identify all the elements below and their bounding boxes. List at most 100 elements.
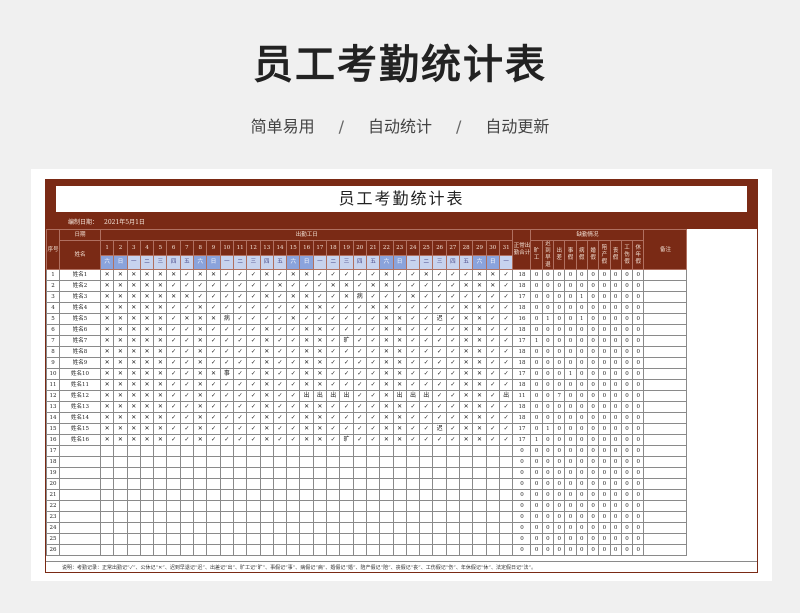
weekday: 一 <box>219 254 234 270</box>
employee-name <box>59 533 101 545</box>
attendance-mark: ✓ <box>405 280 421 292</box>
attendance-mark: ✓ <box>206 434 221 446</box>
leave-count: 0 <box>620 456 634 468</box>
attendance-mark: ✕ <box>99 401 115 413</box>
attendance-mark <box>498 533 514 545</box>
attendance-mark: ✓ <box>246 412 261 424</box>
attendance-mark: ✓ <box>232 346 248 358</box>
leave-count: 0 <box>632 533 645 545</box>
leave-count: 0 <box>598 467 611 479</box>
attendance-mark <box>379 445 394 457</box>
normal-days-total: 17 <box>512 368 532 380</box>
attendance-mark: ✓ <box>312 291 328 303</box>
weekday: 二 <box>139 254 155 270</box>
attendance-mark <box>352 467 367 479</box>
leave-count: 0 <box>586 357 600 369</box>
leave-count: 1 <box>564 368 577 380</box>
leave-count: 0 <box>609 269 622 281</box>
attendance-mark <box>206 533 221 545</box>
attendance-mark <box>232 467 248 479</box>
attendance-mark: ✓ <box>326 269 341 281</box>
attendance-mark: ✕ <box>472 335 487 347</box>
leave-count: 0 <box>575 489 588 501</box>
attendance-mark <box>485 511 500 523</box>
day-number: 24 <box>405 240 421 256</box>
attendance-mark: ✓ <box>326 357 341 369</box>
attendance-mark <box>153 456 168 468</box>
attendance-mark <box>166 544 181 556</box>
spreadsheet-preview: 员工考勤统计表 编制日期： 2021年5月1日 序号 日期 出勤工日 正常出勤合计 缺勤情… <box>31 169 772 581</box>
attendance-mark <box>299 500 314 512</box>
leave-count: 0 <box>553 500 566 512</box>
attendance-mark <box>498 478 514 490</box>
leave-count: 0 <box>598 368 611 380</box>
attendance-mark: ✓ <box>326 346 341 358</box>
attendance-mark: ✓ <box>352 379 367 391</box>
attendance-mark: ✕ <box>472 379 487 391</box>
leave-count: 0 <box>575 269 588 281</box>
weekday: 二 <box>232 254 248 270</box>
employee-name: 姓名3 <box>59 291 101 303</box>
attendance-mark: ✕ <box>392 423 407 435</box>
attendance-mark: ✓ <box>459 291 474 303</box>
attendance-mark: ✓ <box>339 423 354 435</box>
attendance-mark: ✓ <box>445 401 461 413</box>
leave-count: 0 <box>541 456 555 468</box>
attendance-mark: ✕ <box>99 390 115 402</box>
attendance-mark <box>126 533 141 545</box>
row-seq: 26 <box>46 544 60 556</box>
attendance-mark: ✓ <box>326 412 341 424</box>
attendance-mark: ✓ <box>326 313 341 325</box>
attendance-mark: ✓ <box>392 302 407 314</box>
attendance-mark: ✓ <box>432 434 447 446</box>
attendance-mark: ✕ <box>206 368 221 380</box>
attendance-mark: ✕ <box>126 346 141 358</box>
leave-count: 0 <box>564 533 577 545</box>
attendance-mark: ✕ <box>472 423 487 435</box>
row-seq: 22 <box>46 500 60 512</box>
attendance-mark <box>365 478 381 490</box>
attendance-mark: ✕ <box>153 401 168 413</box>
attendance-mark <box>272 445 288 457</box>
attendance-mark: ✕ <box>139 434 155 446</box>
employee-name <box>59 478 101 490</box>
row-seq: 4 <box>46 302 60 314</box>
leave-count: 0 <box>632 511 645 523</box>
attendance-mark: ✕ <box>126 390 141 402</box>
leave-count: 0 <box>609 434 622 446</box>
attendance-mark: ✓ <box>206 280 221 292</box>
employee-name: 姓名10 <box>59 368 101 380</box>
attendance-mark: ✕ <box>379 434 394 446</box>
leave-count: 0 <box>620 412 634 424</box>
leave-count: 0 <box>530 379 543 391</box>
row-seq: 15 <box>46 423 60 435</box>
attendance-mark <box>445 445 461 457</box>
attendance-mark: ✓ <box>352 412 367 424</box>
attendance-mark <box>286 533 301 545</box>
attendance-mark <box>259 478 274 490</box>
attendance-mark: ✓ <box>206 412 221 424</box>
attendance-mark: ✓ <box>286 335 301 347</box>
attendance-mark: ✕ <box>139 412 155 424</box>
leave-count: 0 <box>620 478 634 490</box>
attendance-mark <box>299 478 314 490</box>
leave-count: 0 <box>575 379 588 391</box>
attendance-mark: ✓ <box>498 269 514 281</box>
attendance-mark <box>166 456 181 468</box>
attendance-mark: ✕ <box>472 357 487 369</box>
attendance-mark: ✓ <box>166 302 181 314</box>
attendance-mark: ✕ <box>113 324 128 336</box>
attendance-mark: ✓ <box>405 302 421 314</box>
attendance-mark: ✕ <box>193 401 208 413</box>
attendance-mark: ✓ <box>498 412 514 424</box>
leave-count: 0 <box>609 500 622 512</box>
attendance-mark <box>153 445 168 457</box>
employee-name <box>59 467 101 479</box>
attendance-mark: ✓ <box>179 280 195 292</box>
attendance-mark: ✕ <box>126 269 141 281</box>
attendance-mark: ✕ <box>99 335 115 347</box>
employee-name <box>59 544 101 556</box>
attendance-mark: ✕ <box>472 401 487 413</box>
attendance-mark <box>193 544 208 556</box>
leave-count: 0 <box>598 401 611 413</box>
